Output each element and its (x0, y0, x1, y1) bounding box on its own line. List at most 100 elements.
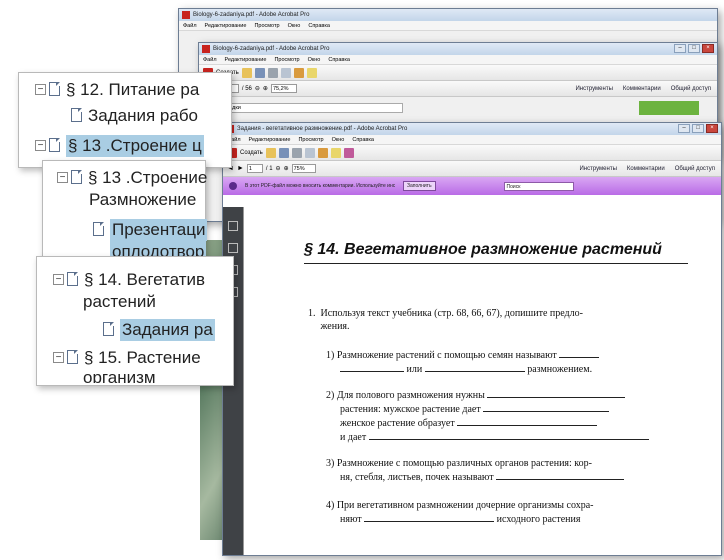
save-icon[interactable] (254, 67, 265, 78)
minimize-button[interactable]: – (674, 44, 686, 53)
tree-item-label: § 15. Растение (84, 348, 201, 367)
item-3-text-cont: ня, стебля, листьев, почек называют (340, 471, 625, 484)
zoom-in-icon[interactable]: ⊕ (263, 85, 268, 92)
minimize-button[interactable]: – (678, 124, 690, 133)
zoom-out-icon[interactable]: ⊖ (255, 85, 260, 92)
right-panel-tabs: Инструменты Комментарии Общий доступ (575, 86, 717, 92)
settings-icon[interactable] (317, 147, 328, 158)
tree-item-selected[interactable]: Презентаци (93, 219, 208, 241)
acrobat-icon (182, 11, 190, 19)
email-icon[interactable] (304, 147, 315, 158)
bookmark-page-icon (71, 170, 82, 184)
tree-item-cont: растений (83, 291, 156, 313)
tab-share[interactable]: Общий доступ (675, 166, 715, 172)
menu-window[interactable]: Окно (288, 21, 301, 30)
zoom-select[interactable]: 75% (291, 164, 316, 173)
print-icon[interactable] (291, 147, 302, 158)
bookmark-tree-front: − § 14. Вегетатив растений Задания ра − … (36, 256, 234, 386)
tree-item[interactable]: − § 12. Питание ра (35, 79, 199, 101)
menu-window[interactable]: Окно (332, 135, 345, 144)
menu-edit[interactable]: Редактирование (205, 21, 247, 30)
tree-item-selected[interactable]: − § 13 .Строение ц (35, 135, 204, 157)
menu-edit[interactable]: Редактирование (225, 55, 267, 64)
item-2-text: 2) Для полового размножения нужны (326, 389, 626, 402)
tree-item-label: организм (83, 368, 156, 383)
info-icon (229, 182, 237, 190)
bookmark-page-icon (49, 82, 60, 96)
page-heading: § 14. Вегетативное размножение растений (304, 241, 662, 258)
menu-view[interactable]: Просмотр (254, 21, 279, 30)
bookmark-page-icon (93, 222, 104, 236)
menu-file[interactable]: Файл (203, 55, 217, 64)
bookmark-page-icon (67, 350, 78, 364)
tab-tools[interactable]: Инструменты (579, 166, 616, 172)
acrobat-window-front: Задания - вегетативное размножение.pdf -… (222, 122, 722, 556)
tree-item[interactable]: − § 15. Растение (53, 347, 201, 369)
collapse-toggle-icon[interactable]: − (53, 352, 64, 363)
bookmarks-icon[interactable] (228, 243, 238, 253)
tab-comments[interactable]: Комментарии (627, 166, 665, 172)
tree-item-label: § 13 .Строение ц (66, 135, 204, 157)
bookmark-page-icon (103, 322, 114, 336)
zoom-out-icon[interactable]: ⊖ (276, 165, 281, 172)
tab-tools[interactable]: Инструменты (575, 86, 612, 92)
tree-item[interactable]: Задания рабо (71, 105, 198, 127)
page-total: / 56 (241, 85, 252, 92)
comment-icon[interactable] (330, 147, 341, 158)
email-icon[interactable] (280, 67, 291, 78)
menu-view[interactable]: Просмотр (274, 55, 299, 64)
settings-icon[interactable] (293, 67, 304, 78)
question-1-intro-cont: жения. (308, 321, 350, 332)
print-icon[interactable] (267, 67, 278, 78)
navigation-toolbar: ◄ ► 1 / 1 ⊖ ⊕ 75% Инструменты Комментари… (223, 161, 721, 177)
tab-share[interactable]: Общий доступ (671, 86, 711, 92)
window-title: Задания - вегетативное размножение.pdf -… (237, 126, 408, 132)
collapse-toggle-icon[interactable]: − (35, 84, 46, 95)
item-1-text-cont: или размножением. (340, 363, 592, 376)
open-folder-icon[interactable] (265, 147, 276, 158)
tree-item-label: § 13 .Строение (88, 168, 208, 187)
document-message-bar: В этот PDF-файл можно вносить комментари… (223, 177, 721, 195)
comment-icon[interactable] (306, 67, 317, 78)
item-2-text-cont2: женское растение образует (340, 417, 598, 430)
heading-underline (304, 263, 688, 264)
maximize-button[interactable]: □ (692, 124, 704, 133)
next-page-icon[interactable]: ► (237, 165, 244, 172)
tree-item-cont: Размножение (89, 189, 196, 211)
menu-help[interactable]: Справка (328, 55, 350, 64)
maximize-button[interactable]: □ (688, 44, 700, 53)
menu-file[interactable]: Файл (183, 21, 197, 30)
page-thumbnails-icon[interactable] (228, 221, 238, 231)
menu-edit[interactable]: Редактирование (249, 135, 291, 144)
sign-icon[interactable] (343, 147, 354, 158)
close-button[interactable]: × (706, 124, 718, 133)
bookmark-page-icon (49, 138, 60, 152)
window-title: Biology-6-zadaniya.pdf - Adobe Acrobat P… (193, 12, 310, 18)
tree-item-selected[interactable]: Задания ра (103, 319, 215, 341)
collapse-toggle-icon[interactable]: − (57, 172, 68, 183)
acrobat-icon (202, 45, 210, 53)
menu-help[interactable]: Справка (352, 135, 374, 144)
fill-button[interactable]: Заполнить (403, 181, 436, 191)
collapse-toggle-icon[interactable]: − (53, 274, 64, 285)
menu-view[interactable]: Просмотр (298, 135, 323, 144)
bookmark-tree-middle: − § 13 .Строение Размножение Презентаци … (42, 160, 208, 270)
tree-item-label: § 14. Вегетатив (84, 270, 206, 289)
zoom-in-icon[interactable]: ⊕ (284, 165, 289, 172)
open-folder-icon[interactable] (241, 67, 252, 78)
zoom-select[interactable]: 75,2% (270, 84, 297, 93)
tree-item[interactable]: − § 13 .Строение (57, 167, 207, 189)
collapse-toggle-icon[interactable]: − (35, 140, 46, 151)
page-number-input[interactable]: 1 (246, 164, 263, 173)
create-button[interactable]: Создать (240, 150, 263, 156)
close-button[interactable]: × (702, 44, 714, 53)
tree-item-label: Презентаци (110, 219, 208, 241)
menu-help[interactable]: Справка (308, 21, 330, 30)
save-icon[interactable] (278, 147, 289, 158)
document-page: § 14. Вегетативное размножение растений … (243, 207, 721, 555)
window-title: Biology-6-zadaniya.pdf - Adobe Acrobat P… (213, 46, 330, 52)
tab-comments[interactable]: Комментарии (623, 86, 661, 92)
search-input[interactable]: Поиск (503, 181, 574, 191)
menu-window[interactable]: Окно (308, 55, 321, 64)
tree-item[interactable]: − § 14. Вегетатив (53, 269, 205, 291)
